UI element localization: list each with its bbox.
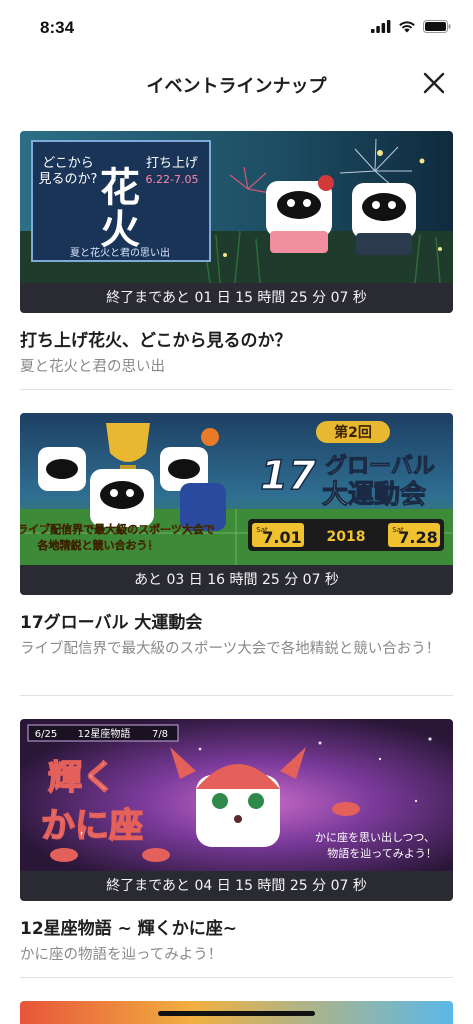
ribbon-title: 12星座物語	[78, 727, 131, 740]
event-year: 2018	[327, 529, 366, 545]
banner-tagline: 夏と花火と君の思い出	[70, 246, 170, 259]
countdown-timer: あと 03 日 16 時間 25 分 07 秒	[20, 565, 453, 595]
fireworks-banner-art: 花 火 どこから 見るのか? 打ち上げ 6.22-7.05 夏と花火と君の思い出	[20, 131, 453, 283]
close-button[interactable]	[421, 70, 447, 96]
banner-caption-2: 物語を辿ってみよう！	[327, 846, 436, 860]
banner-dates: 6.22-7.05	[146, 173, 199, 186]
countdown-timer: 終了まであと 01 日 15 時間 25 分 07 秒	[20, 283, 453, 313]
event-description: 夏と花火と君の思い出	[20, 359, 165, 375]
character-left	[266, 175, 334, 253]
divider	[20, 977, 453, 978]
banner-subtitle-2: 見るのか?	[39, 172, 98, 187]
close-icon	[423, 72, 445, 94]
signal-icon	[371, 20, 391, 33]
banner-logo-number: 17	[260, 453, 316, 499]
event-card-cancer[interactable]: 6/25 12星座物語 7/8 輝く かに座 かに座を思い出しつつ、 物語を辿っ…	[20, 719, 453, 966]
header: イベントラインナップ	[0, 56, 473, 112]
ribbon-start: 6/25	[35, 729, 57, 740]
cancer-banner-art: 6/25 12星座物語 7/8 輝く かに座 かに座を思い出しつつ、 物語を辿っ…	[20, 719, 453, 871]
status-time: 8:34	[40, 18, 75, 37]
status-bar: 8:34	[0, 0, 473, 56]
start-date: 7.01	[262, 528, 301, 547]
page-title: イベントラインナップ	[146, 76, 327, 97]
banner-headline-1: 花	[100, 165, 140, 211]
end-date: 7.28	[398, 528, 437, 547]
banner-subtitle-3: 打ち上げ	[146, 156, 198, 171]
event-banner[interactable]: 6/25 12星座物語 7/8 輝く かに座 かに座を思い出しつつ、 物語を辿っ…	[20, 719, 453, 901]
event-card-fireworks[interactable]: 花 火 どこから 見るのか? 打ち上げ 6.22-7.05 夏と花火と君の思い出	[20, 131, 453, 378]
banner-headline-2: かに座	[41, 806, 143, 846]
ribbon-end: 7/8	[152, 729, 168, 740]
banner-caption-1: ライブ配信界で最大級のスポーツ大会で	[20, 522, 215, 536]
banner-logo-text-2: 大運動会	[322, 480, 426, 510]
home-indicator	[158, 1011, 315, 1016]
divider	[20, 695, 453, 696]
banner-subtitle-1: どこから	[42, 156, 94, 171]
banner-logo-text-1: グローバル	[325, 453, 435, 479]
banner-caption-1: かに座を思い出しつつ、	[315, 830, 435, 844]
event-card-sports[interactable]: ライブ配信界で最大級のスポーツ大会で 各地精鋭と競い合おう！ 第2回 17 グロ…	[20, 413, 453, 660]
banner-caption-2: 各地精鋭と競い合おう！	[37, 538, 159, 552]
event-banner[interactable]: ライブ配信界で最大級のスポーツ大会で 各地精鋭と競い合おう！ 第2回 17 グロ…	[20, 413, 453, 595]
event-description: ライブ配信界で最大級のスポーツ大会で各地精鋭と競い合おう！	[20, 641, 441, 657]
event-title: 12星座物語 ~ 輝くかに座~	[20, 919, 237, 939]
status-icons	[371, 20, 451, 33]
divider	[20, 389, 453, 390]
event-banner[interactable]: 花 火 どこから 見るのか? 打ち上げ 6.22-7.05 夏と花火と君の思い出	[20, 131, 453, 313]
battery-icon	[423, 20, 451, 33]
banner-badge: 第2回	[334, 424, 372, 441]
countdown-timer: 終了まであと 04 日 15 時間 25 分 07 秒	[20, 871, 453, 901]
banner-headline-1: 輝く	[48, 758, 116, 798]
event-title: 打ち上げ花火、どこから見るのか？	[20, 331, 292, 351]
event-description: かに座の物語を辿ってみよう！	[20, 947, 223, 963]
wifi-icon	[399, 21, 415, 33]
banner-headline-2: 火	[100, 207, 140, 253]
character-right	[352, 183, 416, 255]
event-title: 17グローバル 大運動会	[20, 613, 203, 633]
sports-banner-art: ライブ配信界で最大級のスポーツ大会で 各地精鋭と競い合おう！ 第2回 17 グロ…	[20, 413, 453, 565]
